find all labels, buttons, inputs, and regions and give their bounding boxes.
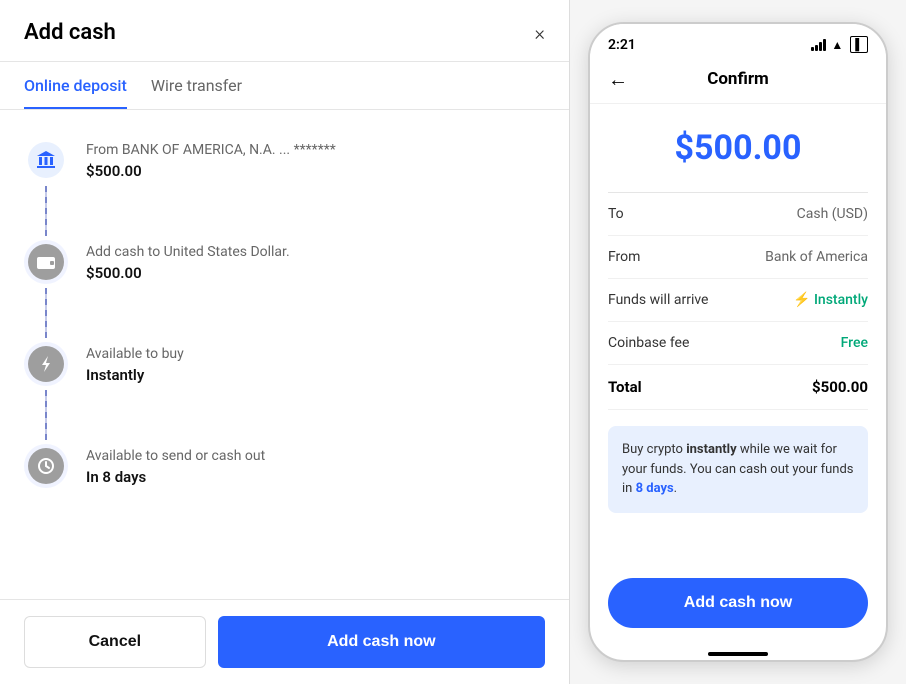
- phone-add-cash-button[interactable]: Add cash now: [608, 578, 868, 628]
- from-value: Bank of America: [765, 249, 868, 265]
- page-title: Add cash: [24, 20, 116, 45]
- bolt-icon: [24, 342, 68, 386]
- left-footer: Cancel Add cash now: [0, 599, 569, 684]
- confirm-row-fee: Coinbase fee Free: [608, 322, 868, 365]
- cancel-button[interactable]: Cancel: [24, 616, 206, 668]
- step-wallet-content: Add cash to United States Dollar. $500.0…: [86, 240, 290, 282]
- step-bolt-icon-wrapper: [24, 342, 68, 444]
- step-wallet-icon-wrapper: [24, 240, 68, 342]
- confirm-row-to: To Cash (USD): [608, 193, 868, 236]
- funds-arrive-label: Funds will arrive: [608, 292, 708, 308]
- to-label: To: [608, 206, 624, 222]
- from-label: From: [608, 249, 640, 265]
- step-bank-content: From BANK OF AMERICA, N.A. ... ******* $…: [86, 138, 336, 180]
- step-bolt: Available to buy Instantly: [24, 342, 545, 444]
- close-icon[interactable]: ×: [535, 23, 545, 43]
- left-panel: Add cash × Online deposit Wire transfer: [0, 0, 570, 684]
- total-label: Total: [608, 378, 642, 396]
- info-box: Buy crypto instantly while we wait for y…: [608, 426, 868, 513]
- step-wallet-label: Add cash to United States Dollar.: [86, 244, 290, 260]
- step-bolt-label: Available to buy: [86, 346, 184, 362]
- tabs-bar: Online deposit Wire transfer: [0, 62, 569, 110]
- phone-content: $500.00 To Cash (USD) From Bank of Ameri…: [590, 104, 886, 566]
- tab-online-deposit[interactable]: Online deposit: [24, 62, 127, 109]
- fee-label: Coinbase fee: [608, 335, 689, 351]
- confirm-rows: To Cash (USD) From Bank of America Funds…: [608, 192, 868, 410]
- wifi-icon: ▲: [831, 38, 843, 52]
- step-bank-value: $500.00: [86, 162, 336, 180]
- confirm-row-funds-arrive: Funds will arrive Instantly: [608, 279, 868, 322]
- battery-icon: ▌: [850, 36, 868, 53]
- step-wallet-value: $500.00: [86, 264, 290, 282]
- step-bolt-value: Instantly: [86, 366, 184, 384]
- fee-value: Free: [841, 335, 868, 351]
- wallet-icon: [24, 240, 68, 284]
- phone-footer: Add cash now: [590, 566, 886, 644]
- signal-bars-icon: [811, 39, 826, 51]
- clock-icon: [24, 444, 68, 488]
- info-bold-2: 8 days: [636, 481, 674, 496]
- step-bank-icon-wrapper: [24, 138, 68, 240]
- phone-frame: 2:21 ▲ ▌ ← Confirm $500.00 To: [588, 22, 888, 662]
- confirm-amount: $500.00: [608, 128, 868, 168]
- phone-confirm-title: Confirm: [707, 69, 769, 89]
- step-bank-label: From BANK OF AMERICA, N.A. ... *******: [86, 142, 336, 158]
- funds-arrive-value: Instantly: [793, 292, 868, 308]
- right-panel: 2:21 ▲ ▌ ← Confirm $500.00 To: [570, 0, 906, 684]
- phone-home-indicator: [590, 644, 886, 660]
- step-connector-3: [45, 390, 47, 440]
- bank-icon: [24, 138, 68, 182]
- step-clock: Available to send or cash out In 8 days: [24, 444, 545, 518]
- confirm-row-from: From Bank of America: [608, 236, 868, 279]
- info-text-1: Buy crypto: [622, 442, 686, 457]
- steps-container: From BANK OF AMERICA, N.A. ... ******* $…: [0, 110, 569, 599]
- back-icon[interactable]: ←: [608, 67, 628, 92]
- add-cash-button[interactable]: Add cash now: [218, 616, 545, 668]
- step-connector-2: [45, 288, 47, 338]
- total-value: $500.00: [812, 378, 868, 396]
- info-text-3: .: [674, 481, 677, 496]
- step-connector-1: [45, 186, 47, 236]
- step-clock-value: In 8 days: [86, 468, 265, 486]
- step-clock-content: Available to send or cash out In 8 days: [86, 444, 265, 486]
- phone-time: 2:21: [608, 37, 636, 53]
- tab-wire-transfer[interactable]: Wire transfer: [151, 62, 242, 109]
- phone-status-bar: 2:21 ▲ ▌: [590, 24, 886, 59]
- info-bold-1: instantly: [686, 442, 736, 457]
- phone-status-icons: ▲ ▌: [811, 36, 868, 53]
- step-bank: From BANK OF AMERICA, N.A. ... ******* $…: [24, 138, 545, 240]
- step-clock-label: Available to send or cash out: [86, 448, 265, 464]
- to-value: Cash (USD): [797, 206, 868, 222]
- left-header: Add cash ×: [0, 0, 569, 62]
- step-clock-icon-wrapper: [24, 444, 68, 488]
- step-bolt-content: Available to buy Instantly: [86, 342, 184, 384]
- confirm-row-total: Total $500.00: [608, 365, 868, 410]
- home-bar: [708, 652, 768, 656]
- step-wallet: Add cash to United States Dollar. $500.0…: [24, 240, 545, 342]
- phone-header: ← Confirm: [590, 59, 886, 104]
